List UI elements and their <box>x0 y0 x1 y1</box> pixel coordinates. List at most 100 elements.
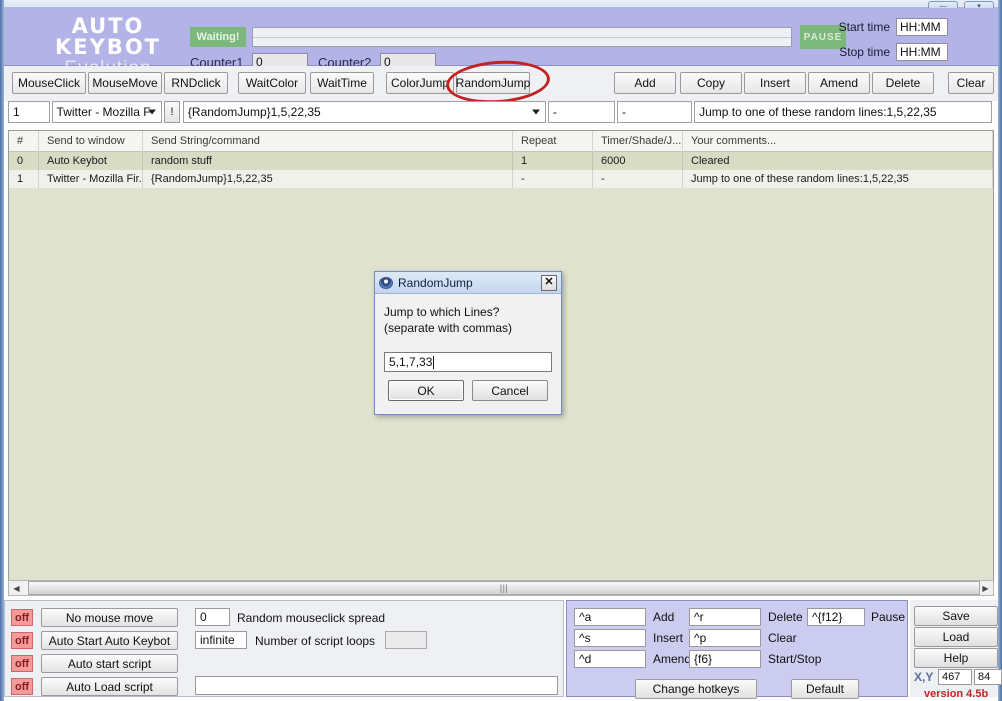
scrollbar-track[interactable]: ||| <box>24 581 980 595</box>
cell-command: random stuff <box>143 152 513 170</box>
help-button[interactable]: Help <box>914 648 998 668</box>
toggle-state-auto-start-keybot[interactable]: off <box>11 632 33 649</box>
hotkey-startstop-input[interactable]: {f6} <box>689 650 761 668</box>
stop-time-label: Stop time <box>839 45 890 59</box>
auto-start-script-button[interactable]: Auto start script <box>41 654 178 673</box>
add-button[interactable]: Add <box>614 72 676 94</box>
line-number-input[interactable]: 1 <box>8 101 50 123</box>
toggle-state-auto-start-script[interactable]: off <box>11 655 33 672</box>
options-panel: off off off off No mouse move Auto Start… <box>4 600 564 697</box>
waitcolor-button[interactable]: WaitColor <box>238 72 306 94</box>
repeat-input[interactable]: - <box>547 101 616 123</box>
cell-comment: Jump to one of these random lines:1,5,22… <box>683 170 993 188</box>
hotkey-insert-input[interactable]: ^s <box>574 629 646 647</box>
save-button[interactable]: Save <box>914 606 998 626</box>
hotkey-delete-label: Delete <box>768 610 803 624</box>
column-header-command[interactable]: Send String/command <box>143 131 513 152</box>
close-icon[interactable]: ✕ <box>541 274 557 291</box>
copy-button[interactable]: Copy <box>680 72 742 94</box>
table-row[interactable]: 0 Auto Keybot random stuff 1 6000 Cleare… <box>9 152 993 170</box>
cell-timer: - <box>593 170 683 188</box>
hotkey-pause-input[interactable]: ^{f12} <box>807 608 865 626</box>
no-mouse-move-button[interactable]: No mouse move <box>41 608 178 627</box>
text-caret <box>433 355 435 369</box>
hotkey-amend-label: Amend <box>653 652 692 666</box>
cell-index: 0 <box>9 152 39 170</box>
cell-command: {RandomJump}1,5,22,35 <box>143 170 513 188</box>
column-header-repeat[interactable]: Repeat <box>513 131 593 152</box>
window-left-edge <box>0 0 4 701</box>
script-loops-count-field[interactable] <box>385 631 427 649</box>
mousemove-button[interactable]: MouseMove <box>88 72 162 94</box>
scroll-left-arrow-icon[interactable]: ◀ <box>9 581 24 595</box>
table-row[interactable]: 1 Twitter - Mozilla Fir... {RandomJump}1… <box>9 170 993 188</box>
status-badge: Waiting! <box>190 27 246 47</box>
progress-divider <box>253 37 791 38</box>
load-button[interactable]: Load <box>914 627 998 647</box>
mouseclick-button[interactable]: MouseClick <box>12 72 86 94</box>
dialog-body: Jump to which Lines? (separate with comm… <box>375 294 561 402</box>
dialog-titlebar[interactable]: RandomJump ✕ <box>375 272 561 294</box>
dialog-message: Jump to which Lines? (separate with comm… <box>384 305 513 336</box>
comment-input[interactable]: Jump to one of these random lines:1,5,22… <box>694 101 992 123</box>
hotkey-delete-input[interactable]: ^r <box>689 608 761 626</box>
default-hotkeys-button[interactable]: Default <box>791 679 859 699</box>
column-header-comments[interactable]: Your comments... <box>683 131 993 152</box>
cell-comment: Cleared <box>683 152 993 170</box>
window-select-value: Twitter - Mozilla F <box>56 105 151 119</box>
auto-load-script-button[interactable]: Auto Load script <box>41 677 178 696</box>
app-header: AUTO KEYBOT Evolution Waiting! PAUSE Cou… <box>4 8 998 79</box>
hotkey-add-label: Add <box>653 610 675 624</box>
amend-button[interactable]: Amend <box>808 72 870 94</box>
command-input[interactable]: {RandomJump}1,5,22,35 <box>182 101 546 123</box>
chevron-down-icon <box>148 109 157 115</box>
version-label: version 4.5b <box>924 688 989 700</box>
script-loops-input[interactable]: infinite <box>195 631 247 649</box>
colorjump-button[interactable]: ColorJump <box>386 72 454 94</box>
window-select[interactable]: Twitter - Mozilla F <box>51 101 163 123</box>
clear-button[interactable]: Clear <box>948 72 994 94</box>
change-hotkeys-button[interactable]: Change hotkeys <box>635 679 757 699</box>
dialog-lines-value: 5,1,7,33 <box>389 355 433 370</box>
app-icon <box>379 276 393 289</box>
scrollbar-thumb[interactable]: ||| <box>28 581 980 595</box>
hotkey-startstop-label: Start/Stop <box>768 652 822 666</box>
scrollbar-grip-icon: ||| <box>499 583 509 593</box>
auto-keybot-window: — ▾ AUTO KEYBOT Evolution Waiting! PAUSE… <box>0 0 1002 701</box>
timer-input[interactable]: - <box>617 101 693 123</box>
exclaim-button[interactable]: ! <box>164 101 180 123</box>
hotkey-pause-label: Pause <box>871 610 906 624</box>
dialog-buttons: OK Cancel <box>384 380 552 402</box>
ok-button[interactable]: OK <box>388 380 464 402</box>
grid-header-row: # Send to window Send String/command Rep… <box>9 131 993 152</box>
hotkey-amend-input[interactable]: ^d <box>574 650 646 668</box>
waittime-button[interactable]: WaitTime <box>310 72 374 94</box>
random-spread-input[interactable]: 0 <box>195 608 230 626</box>
auto-start-auto-keybot-button[interactable]: Auto Start Auto Keybot <box>41 631 178 650</box>
auto-load-path-input[interactable] <box>195 676 558 695</box>
insert-button[interactable]: Insert <box>744 72 806 94</box>
delete-button[interactable]: Delete <box>872 72 934 94</box>
entry-row: 1 Twitter - Mozilla F ! {RandomJump}1,5,… <box>8 101 994 123</box>
status-progress-box <box>252 27 792 47</box>
toggle-state-no-mouse-move[interactable]: off <box>11 609 33 626</box>
rndclick-button[interactable]: RNDclick <box>164 72 228 94</box>
cell-window: Twitter - Mozilla Fir... <box>39 170 143 188</box>
cancel-button[interactable]: Cancel <box>472 380 548 402</box>
cell-repeat: 1 <box>513 152 593 170</box>
hotkey-clear-input[interactable]: ^p <box>689 629 761 647</box>
start-time-input[interactable]: HH:MM <box>896 18 948 36</box>
grid-horizontal-scrollbar[interactable]: ◀ ||| ▶ <box>8 580 994 596</box>
toggle-state-auto-load-script[interactable]: off <box>11 678 33 695</box>
dialog-lines-input[interactable]: 5,1,7,33 <box>384 352 552 373</box>
cell-window: Auto Keybot <box>39 152 143 170</box>
random-spread-label: Random mouseclick spread <box>237 611 386 625</box>
stop-time-input[interactable]: HH:MM <box>896 43 948 61</box>
randomjump-button[interactable]: RandomJump <box>456 72 530 94</box>
column-header-window[interactable]: Send to window <box>39 131 143 152</box>
scroll-right-arrow-icon[interactable]: ▶ <box>978 581 993 595</box>
column-header-timer[interactable]: Timer/Shade/J... <box>593 131 683 152</box>
hotkey-add-input[interactable]: ^a <box>574 608 646 626</box>
hotkey-clear-label: Clear <box>768 631 797 645</box>
column-header-index[interactable]: # <box>9 131 39 152</box>
